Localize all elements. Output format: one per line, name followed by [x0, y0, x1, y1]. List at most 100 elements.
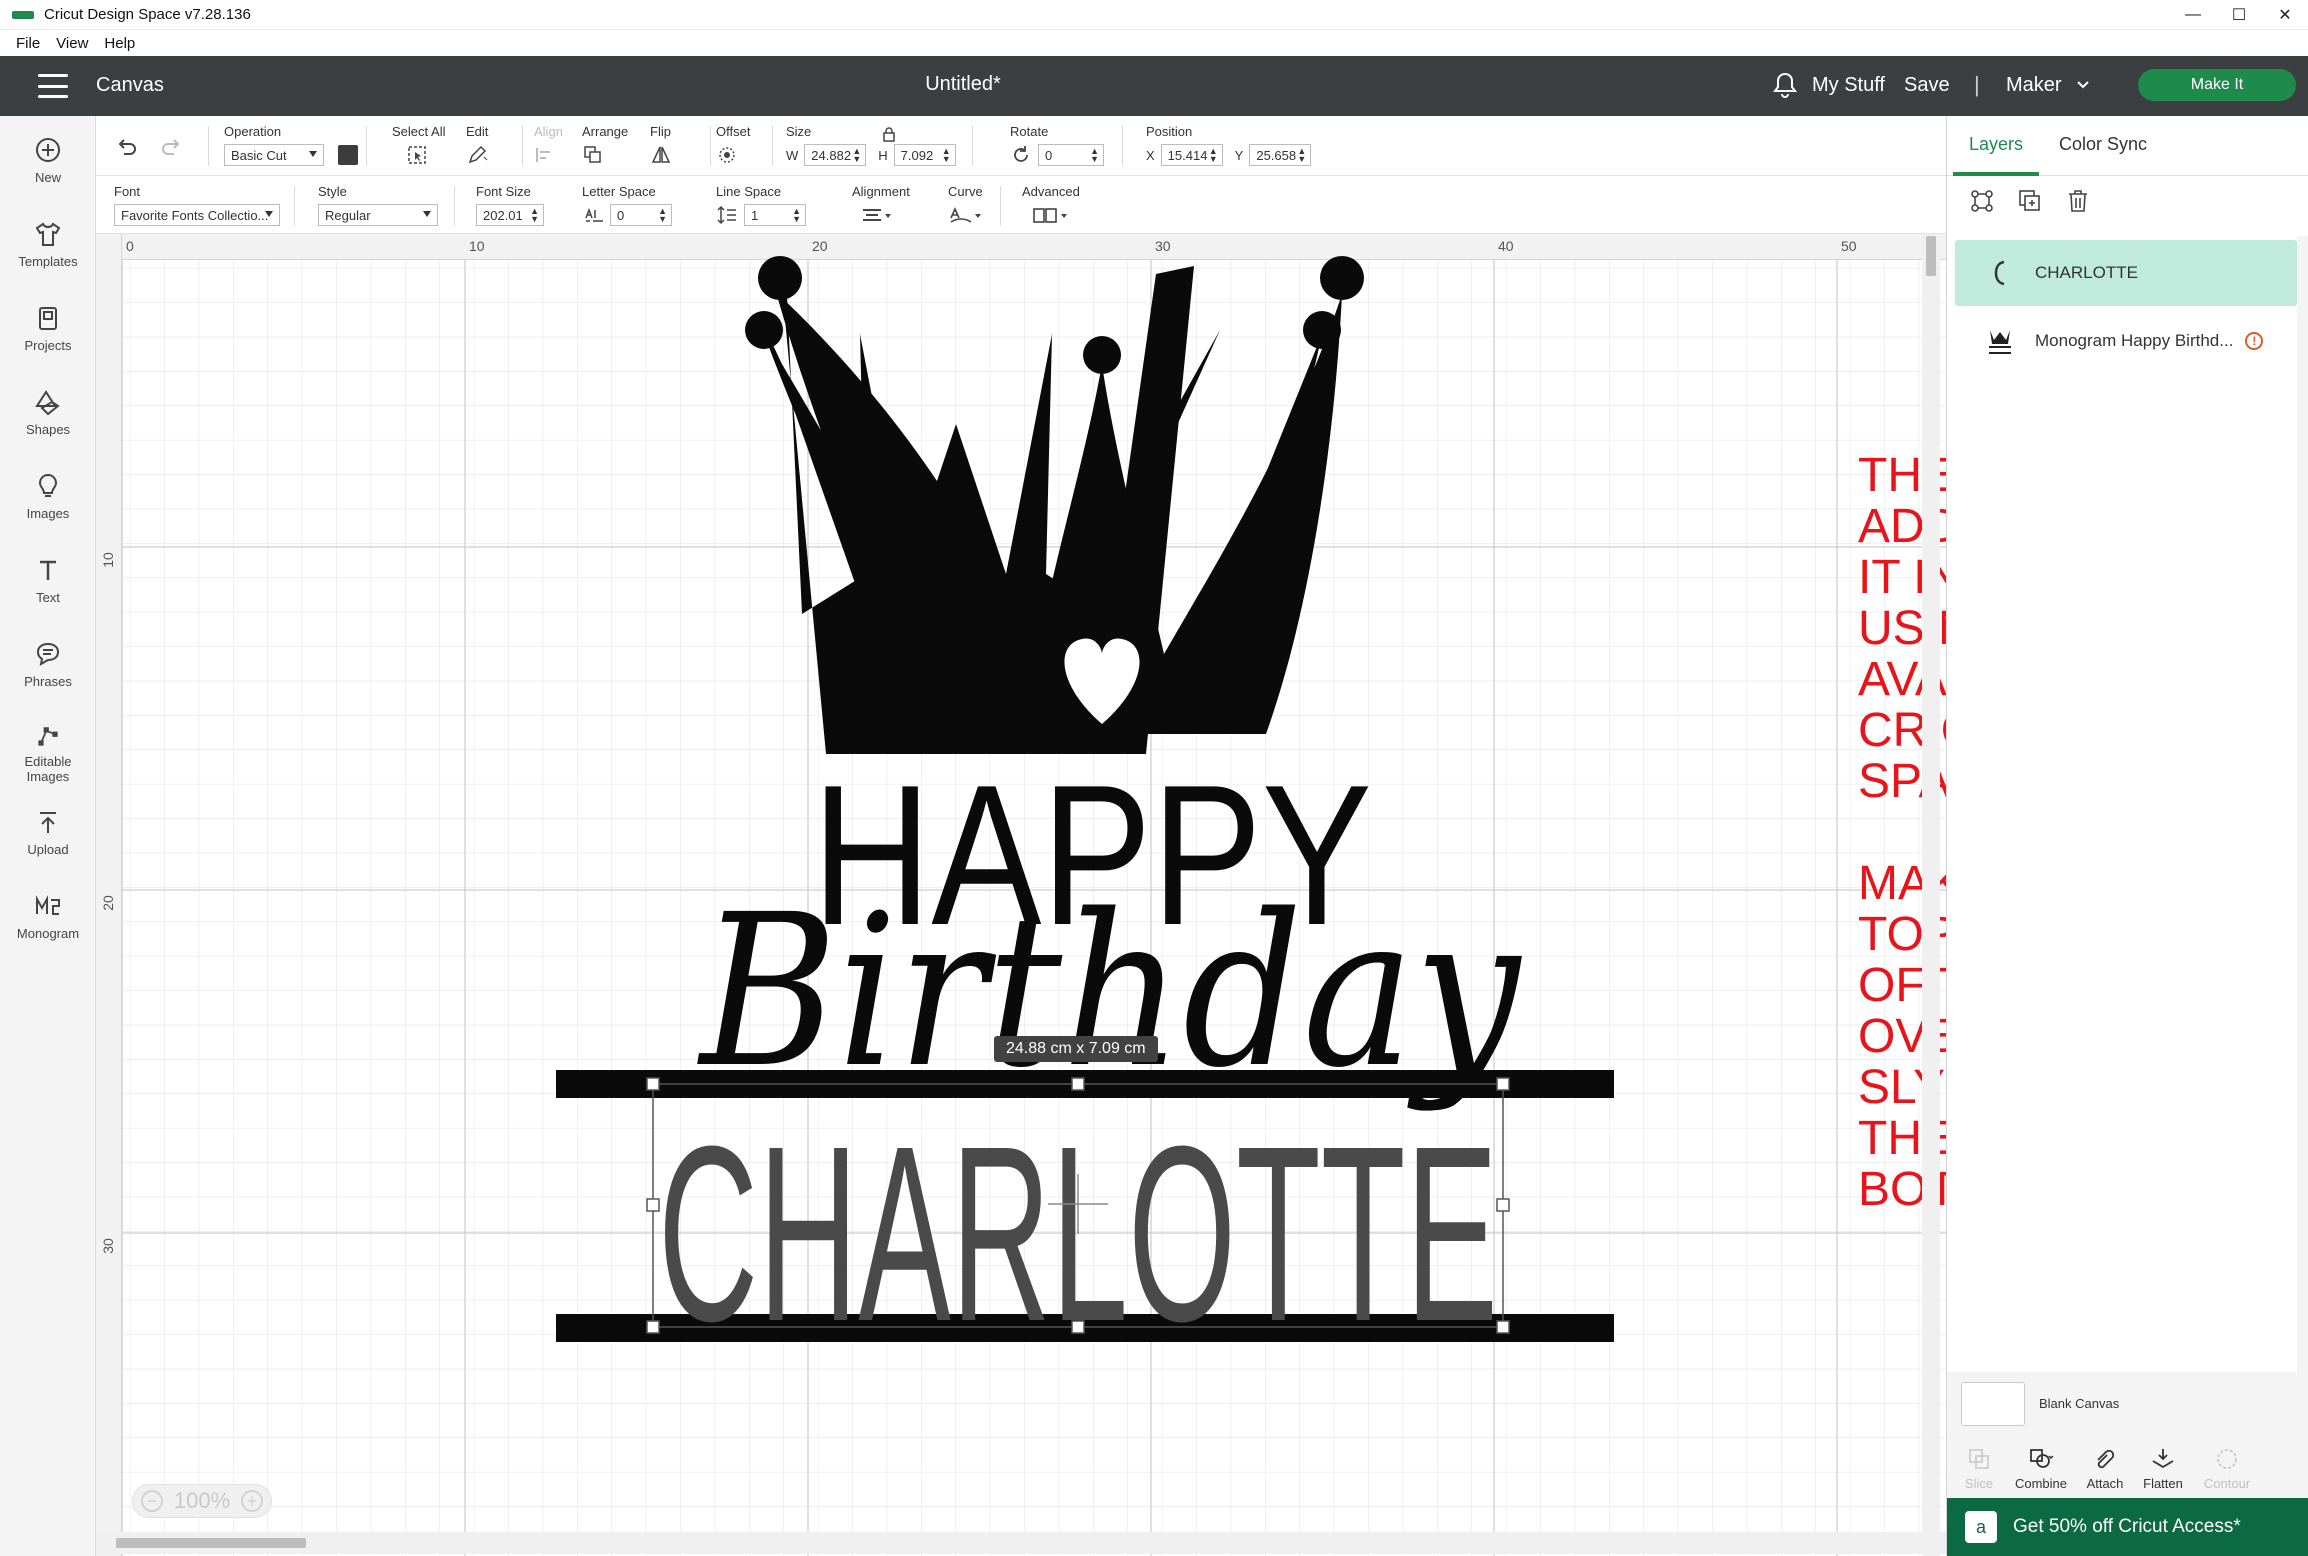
- contour-button[interactable]: Contour: [2197, 1446, 2257, 1491]
- window-title: Cricut Design Space v7.28.136: [44, 6, 251, 23]
- sidebar-item-shapes[interactable]: Shapes: [0, 378, 96, 448]
- warning-icon[interactable]: !: [2245, 332, 2264, 350]
- sidebar-item-label: Phrases: [24, 674, 72, 689]
- sidebar-item-monogram[interactable]: Monogram: [0, 882, 96, 952]
- rotate-label: Rotate: [1010, 124, 1049, 139]
- position-y-input[interactable]: 25.658 ▲ ▼: [1249, 144, 1312, 166]
- layer-item-monogram[interactable]: Monogram Happy Birthd... !: [1955, 308, 2297, 374]
- design-canvas[interactable]: 0 10 20 30 40 50 10 20 30 HAPPY Birthday…: [96, 234, 1946, 1556]
- letter-space-control: Letter Space 0 ▲ ▼: [582, 184, 672, 226]
- align-control[interactable]: Align: [534, 124, 563, 171]
- font-size-label: Font Size: [476, 184, 531, 199]
- trash-icon[interactable]: [2065, 188, 2091, 214]
- canvas-scrollbar-horizontal[interactable]: [96, 1532, 1946, 1554]
- curve-control[interactable]: Curve: [948, 184, 984, 231]
- sidebar-item-upload[interactable]: Upload: [0, 798, 96, 868]
- operation-color-swatch[interactable]: [338, 145, 358, 165]
- offset-icon: [719, 147, 735, 163]
- alignment-control[interactable]: Alignment: [852, 184, 910, 231]
- select-all-control[interactable]: Select All: [392, 124, 445, 171]
- flatten-button[interactable]: Flatten: [2133, 1446, 2193, 1491]
- font-size-input[interactable]: 202.01 ▲ ▼: [476, 204, 544, 226]
- line-space-input[interactable]: 1 ▲ ▼: [744, 204, 806, 226]
- sidebar-item-projects[interactable]: Projects: [0, 294, 96, 364]
- menu-file[interactable]: File: [16, 35, 40, 52]
- zoom-level: 100%: [173, 1488, 231, 1513]
- edit-toolbar: Operation Basic Cut Select All Edit Alig…: [96, 116, 1946, 176]
- cake-topper-design[interactable]: HAPPY Birthday CHARLOTTE: [96, 234, 1946, 1556]
- font-select[interactable]: Favorite Fonts Collectio...: [114, 204, 280, 226]
- blank-canvas-swatch[interactable]: [1961, 1382, 2025, 1426]
- offset-control[interactable]: Offset: [716, 124, 750, 171]
- attach-button[interactable]: Attach: [2075, 1446, 2135, 1491]
- my-stuff-link[interactable]: My Stuff: [1812, 74, 1885, 97]
- rotate-input[interactable]: 0 ▲ ▼: [1038, 144, 1104, 166]
- edit-control[interactable]: Edit: [466, 124, 488, 171]
- speech-bubble-icon: [36, 642, 60, 666]
- monogram-icon: [36, 895, 60, 915]
- blank-canvas-row[interactable]: Blank Canvas: [1947, 1372, 2308, 1440]
- canvas-scrollbar-vertical[interactable]: [1922, 234, 1940, 1556]
- maximize-button[interactable]: ☐: [2216, 0, 2262, 30]
- text-layer-icon: [1994, 260, 2005, 286]
- flip-control[interactable]: Flip: [650, 124, 672, 171]
- menu-view[interactable]: View: [56, 35, 88, 52]
- lock-icon[interactable]: [882, 126, 896, 142]
- sidebar-item-text[interactable]: Text: [0, 546, 96, 616]
- combine-icon: [2030, 1449, 2054, 1468]
- size-control: Size W 24.882 ▲ ▼ H 7.092 ▲ ▼: [786, 124, 956, 166]
- arrange-label: Arrange: [582, 124, 629, 139]
- slice-button[interactable]: Slice: [1949, 1446, 2009, 1491]
- sidebar-item-templates[interactable]: Templates: [0, 210, 96, 280]
- letter-space-value: 0: [617, 207, 625, 223]
- redo-icon[interactable]: [160, 136, 182, 158]
- sidebar-item-label: Projects: [24, 338, 72, 353]
- line-space-value: 1: [751, 207, 759, 223]
- group-icon[interactable]: [1969, 188, 1995, 214]
- width-input[interactable]: 24.882 ▲ ▼: [804, 144, 867, 166]
- edit-label: Edit: [466, 124, 489, 139]
- zoom-out-icon[interactable]: −: [141, 1490, 163, 1512]
- sidebar-item-label: Editable Images: [24, 754, 72, 784]
- zoom-in-icon[interactable]: +: [241, 1490, 263, 1512]
- text-icon: [40, 560, 56, 580]
- tab-layers[interactable]: Layers: [1969, 134, 2023, 155]
- flip-label: Flip: [650, 124, 671, 139]
- chevron-down-icon[interactable]: [2076, 78, 2090, 92]
- letter-space-input[interactable]: 0 ▲ ▼: [610, 204, 672, 226]
- combine-button[interactable]: Combine: [2011, 1446, 2071, 1491]
- undo-icon[interactable]: [116, 136, 138, 158]
- style-select[interactable]: Regular: [318, 204, 438, 226]
- sidebar-item-new[interactable]: New: [0, 126, 96, 196]
- operation-select[interactable]: Basic Cut: [224, 144, 324, 166]
- arrange-control[interactable]: Arrange: [582, 124, 628, 171]
- layer-item-charlotte[interactable]: CHARLOTTE: [1955, 240, 2297, 306]
- height-input[interactable]: 7.092 ▲ ▼: [893, 144, 956, 166]
- make-it-button[interactable]: Make It: [2138, 69, 2296, 101]
- sidebar-item-editable-images[interactable]: Editable Images: [0, 714, 96, 784]
- font-size-control: Font Size 202.01 ▲ ▼: [476, 184, 544, 226]
- sidebar-item-images[interactable]: Images: [0, 462, 96, 532]
- menu-help[interactable]: Help: [104, 35, 135, 52]
- attach-label: Attach: [2086, 1476, 2124, 1491]
- duplicate-icon[interactable]: [2017, 188, 2043, 214]
- machine-selector[interactable]: Maker: [2006, 74, 2062, 97]
- tab-color-sync[interactable]: Color Sync: [2059, 134, 2147, 155]
- cricut-access-promo[interactable]: a Get 50% off Cricut Access*: [1947, 1498, 2308, 1556]
- line-space-control: Line Space 1 ▲ ▼: [716, 184, 806, 226]
- sidebar-item-phrases[interactable]: Phrases: [0, 630, 96, 700]
- notifications-bell-icon[interactable]: [1772, 71, 1798, 99]
- layers-scrollbar[interactable]: [2297, 236, 2308, 1486]
- contour-label: Contour: [2203, 1476, 2251, 1491]
- save-button[interactable]: Save: [1904, 74, 1950, 97]
- sidebar-item-label: Monogram: [16, 926, 80, 941]
- position-x-input[interactable]: 15.414 ▲ ▼: [1160, 144, 1223, 166]
- position-x-value: 15.414: [1167, 147, 1208, 163]
- style-control: Style Regular: [318, 184, 438, 226]
- zoom-control: − 100% +: [132, 1484, 272, 1518]
- close-button[interactable]: ✕: [2262, 0, 2308, 30]
- rotate-icon: [1014, 146, 1028, 162]
- advanced-control[interactable]: Advanced: [1022, 184, 1080, 231]
- minimize-button[interactable]: —: [2170, 0, 2216, 30]
- letter-space-icon: [585, 207, 603, 222]
